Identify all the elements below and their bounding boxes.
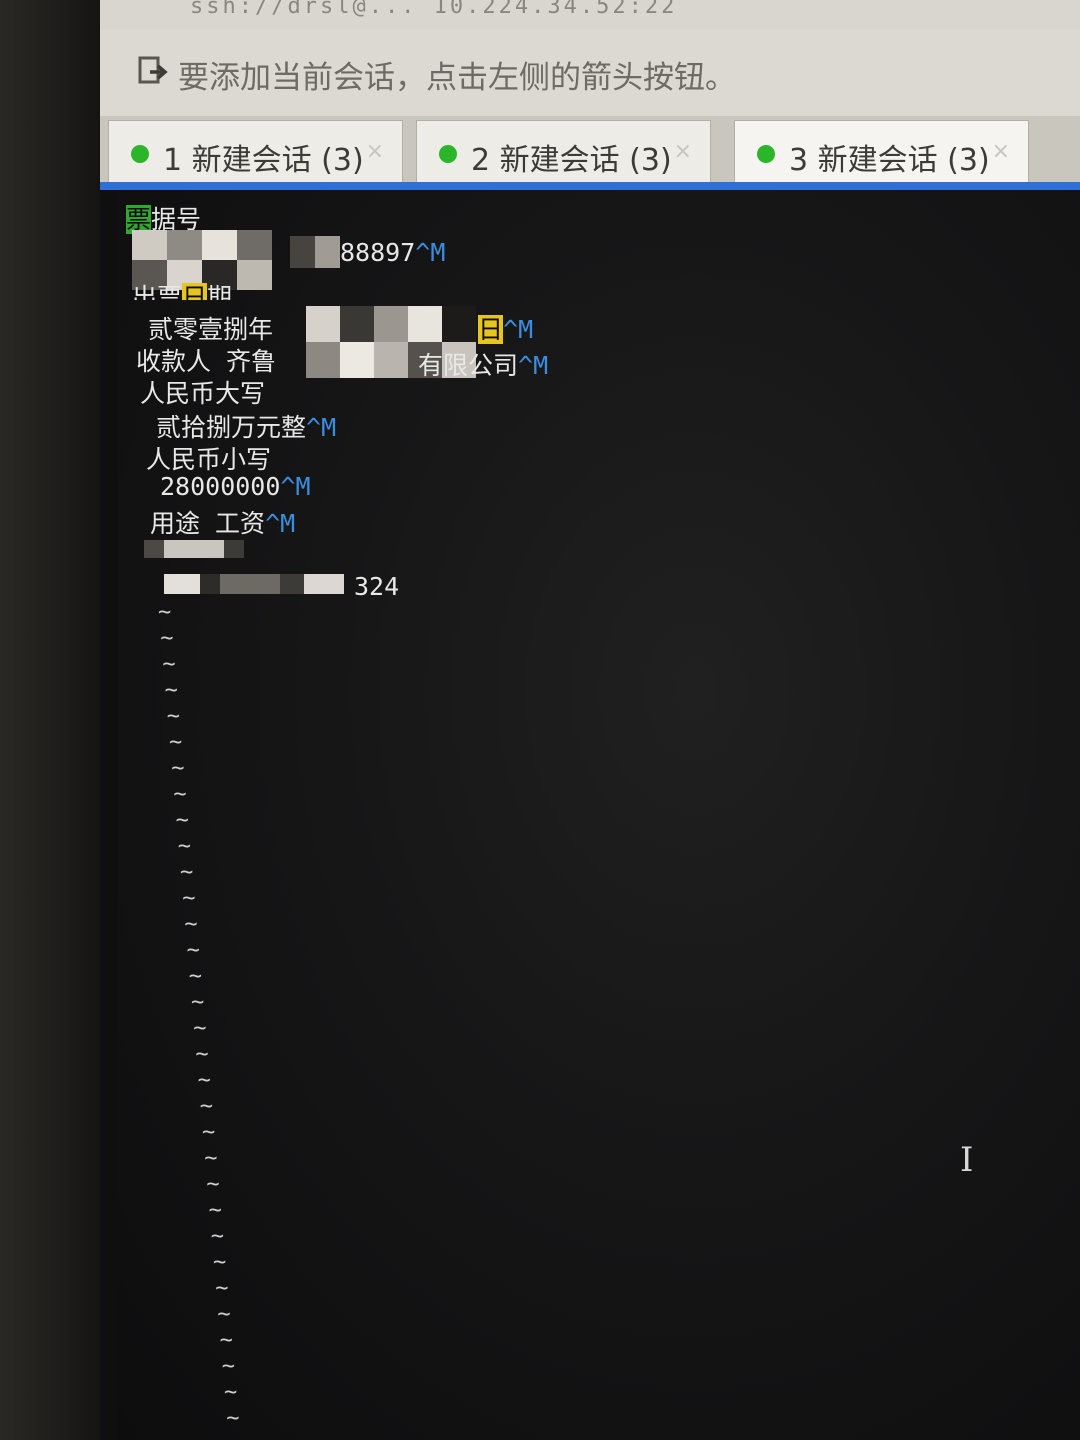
close-icon[interactable]: ×	[366, 139, 384, 164]
empty-line-tilde: ~	[166, 704, 181, 729]
close-icon[interactable]: ×	[674, 139, 692, 164]
text-cursor-ibeam-icon: I	[960, 1140, 974, 1180]
tab-label: 3 新建会话 (3)	[789, 143, 990, 178]
empty-line-tilde: ~	[158, 600, 172, 625]
empty-line-tilde: ~	[175, 808, 189, 833]
empty-line-tilde: ~	[169, 730, 183, 755]
terminal-area[interactable]: 票据号 88897^M 出票日期 贰零壹捌年 日^M 收款人 齐鲁 有限公司^M…	[118, 190, 1080, 1440]
terminal-line: 贰零壹捌年	[148, 315, 274, 344]
empty-line-tilde: ~	[162, 652, 176, 677]
empty-line-tilde: ~	[160, 626, 174, 651]
empty-line-tilde: ~	[180, 860, 194, 885]
terminal-line: 贰拾捌万元整^M	[156, 413, 337, 442]
terminal-line: 88897^M	[340, 238, 446, 267]
empty-line-tilde: ~	[204, 1146, 218, 1171]
terminal-line: 出票日期	[132, 278, 232, 300]
close-icon[interactable]: ×	[992, 139, 1010, 164]
connected-status-icon	[131, 145, 149, 163]
tab-session-1[interactable]: 1 新建会话 (3) ×	[108, 120, 403, 184]
session-tab-bar: 1 新建会话 (3) × 2 新建会话 (3) × 3 新建会话 (3) ×	[100, 116, 1080, 184]
terminal-line: 324	[354, 572, 400, 601]
empty-line-tilde: ~	[171, 756, 185, 781]
redacted-mosaic	[144, 540, 354, 600]
empty-line-tilde: ~	[173, 782, 187, 807]
terminal-line: 用途 工资^M	[150, 509, 296, 538]
empty-line-tilde: ~	[182, 886, 196, 911]
terminal-line: 日^M	[478, 315, 534, 344]
empty-line-tilde: ~	[186, 938, 200, 963]
empty-line-tilde: ~	[217, 1302, 231, 1327]
empty-line-tilde: ~	[195, 1042, 209, 1067]
empty-line-tilde: ~	[213, 1250, 227, 1275]
empty-line-tilde: ~	[197, 1068, 211, 1093]
empty-line-tilde: ~	[191, 990, 205, 1015]
tab-label: 1 新建会话 (3)	[163, 143, 364, 178]
terminal-line: 有限公司^M	[418, 351, 549, 380]
terminal-line: 人民币小写	[146, 445, 272, 474]
empty-line-tilde: ~	[219, 1328, 233, 1353]
empty-line-tilde: ~	[164, 678, 178, 703]
tab-session-2[interactable]: 2 新建会话 (3) ×	[416, 120, 711, 184]
add-session-arrow-icon[interactable]	[138, 56, 168, 88]
active-tab-indicator	[100, 182, 1080, 190]
empty-line-tilde: ~	[177, 834, 192, 859]
empty-line-tilde: ~	[221, 1354, 236, 1379]
monitor-bezel	[0, 0, 115, 1440]
connected-status-icon	[439, 145, 457, 163]
empty-line-tilde: ~	[208, 1198, 222, 1223]
empty-line-tilde: ~	[215, 1276, 229, 1301]
hint-bar: 要添加当前会话，点击左侧的箭头按钮。	[100, 30, 1080, 116]
redacted-mosaic	[290, 236, 340, 268]
hint-text: 要添加当前会话，点击左侧的箭头按钮。	[178, 60, 736, 96]
terminal-line: 28000000^M	[160, 472, 311, 501]
empty-line-tilde: ~	[202, 1120, 216, 1145]
address-text: ssh://drsl@... 10.224.34.52:22	[190, 0, 678, 19]
empty-line-tilde: ~	[226, 1406, 240, 1431]
empty-line-tilde: ~	[193, 1016, 207, 1041]
empty-line-tilde: ~	[206, 1172, 220, 1197]
empty-line-tilde: ~	[184, 912, 198, 937]
empty-line-tilde: ~	[199, 1094, 214, 1119]
terminal-line: 收款人 齐鲁	[136, 347, 277, 376]
tab-session-3[interactable]: 3 新建会话 (3) ×	[734, 120, 1029, 184]
empty-line-tilde: ~	[224, 1380, 238, 1405]
terminal-line: 人民币大写	[140, 379, 266, 408]
connected-status-icon	[757, 145, 775, 163]
empty-line-tilde: ~	[188, 964, 203, 989]
address-bar[interactable]: ssh://drsl@... 10.224.34.52:22	[100, 0, 1080, 31]
tab-label: 2 新建会话 (3)	[471, 143, 672, 178]
empty-line-tilde: ~	[210, 1224, 225, 1249]
